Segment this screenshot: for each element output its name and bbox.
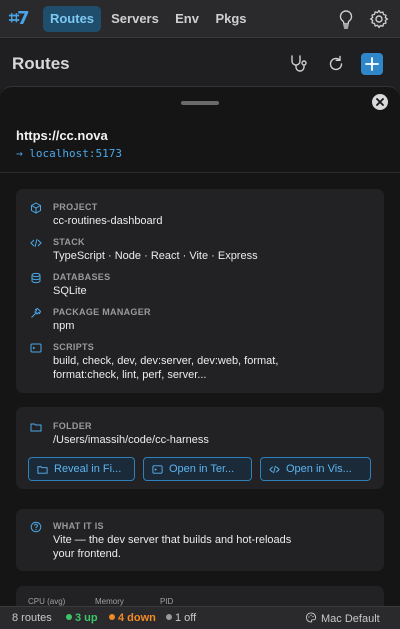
package-manager-label: PACKAGE MANAGER — [53, 307, 151, 317]
memory-label: Memory — [95, 597, 124, 606]
what-it-is-line1: Vite — the dev server that builds and ho… — [53, 534, 292, 546]
up-count-text: 3 up — [75, 612, 98, 624]
plus-icon — [365, 57, 379, 71]
what-it-is-line2: your frontend. — [53, 548, 121, 560]
open-in-vscode-label: Open in Vis... — [286, 463, 352, 475]
code-icon — [30, 236, 42, 248]
scripts-value-line2: format:check, lint, perf, server... — [53, 369, 207, 381]
close-button[interactable] — [372, 94, 388, 110]
open-in-vscode-button[interactable]: Open in Vis... — [260, 457, 371, 481]
reveal-in-finder-button[interactable]: Reveal in Fi... — [28, 457, 135, 481]
app-logo: ⌗7 — [9, 8, 30, 29]
top-nav: ⌗7 Routes Servers Env Pkgs — [0, 0, 400, 38]
route-target-host: localhost:5173 — [29, 147, 122, 160]
route-detail-sheet: https://cc.nova → localhost:5173 PROJECT… — [0, 86, 400, 606]
add-route-button[interactable] — [361, 53, 383, 75]
scripts-value-line1: build, check, dev, dev:server, dev:web, … — [53, 355, 279, 367]
down-count: 4 down — [109, 612, 156, 624]
databases-value: SQLite — [53, 285, 87, 297]
cube-icon — [30, 201, 42, 214]
terminal-icon — [152, 464, 163, 474]
palette-icon — [306, 612, 317, 623]
folder-path: /Users/imassih/code/cc-harness — [53, 434, 209, 446]
cpu-label: CPU (avg) — [28, 597, 66, 606]
project-label: PROJECT — [53, 202, 98, 212]
gear-icon[interactable] — [368, 8, 390, 30]
up-count: 3 up — [66, 612, 98, 624]
stack-label: STACK — [53, 237, 85, 247]
stack-value: TypeScript · Node · React · Vite · Expre… — [53, 250, 258, 262]
route-target: → localhost:5173 — [16, 147, 122, 160]
package-manager-value: npm — [53, 320, 75, 332]
theme-selector[interactable]: Mac Default — [305, 612, 380, 625]
reveal-in-finder-label: Reveal in Fi... — [54, 463, 122, 475]
page-title: Routes — [12, 54, 70, 73]
arrow-right-icon: → — [16, 147, 23, 160]
refresh-icon[interactable] — [325, 53, 347, 75]
tab-env[interactable]: Env — [169, 6, 205, 32]
down-dot — [109, 614, 115, 620]
pid-label: PID — [160, 597, 174, 606]
folder-icon — [30, 420, 42, 432]
help-icon — [30, 520, 42, 533]
off-count: 1 off — [166, 612, 196, 624]
theme-name: Mac Default — [321, 613, 380, 625]
lightbulb-icon[interactable] — [335, 8, 357, 30]
divider — [0, 172, 400, 173]
metrics-card: CPU (avg) Memory PID — [16, 586, 384, 606]
route-count: 8 routes — [12, 612, 52, 624]
hammer-icon — [30, 306, 42, 318]
tab-routes[interactable]: Routes — [43, 6, 101, 32]
off-count-text: 1 off — [175, 612, 197, 624]
terminal-icon — [30, 341, 42, 353]
project-value: cc-routines-dashboard — [53, 215, 163, 227]
open-in-terminal-button[interactable]: Open in Ter... — [143, 457, 252, 481]
folder-label: FOLDER — [53, 421, 92, 431]
tab-pkgs[interactable]: Pkgs — [210, 6, 252, 32]
route-url: https://cc.nova — [16, 128, 108, 143]
what-it-is-card: WHAT IT IS Vite — the dev server that bu… — [16, 509, 384, 571]
tab-servers[interactable]: Servers — [106, 6, 164, 32]
what-it-is-label: WHAT IT IS — [53, 521, 104, 531]
database-icon — [30, 271, 42, 284]
status-bar: 8 routes 3 up 4 down 1 off Mac Default — [0, 606, 400, 629]
down-count-text: 4 down — [118, 612, 156, 624]
stethoscope-icon[interactable] — [287, 53, 309, 75]
close-icon — [376, 98, 384, 106]
sheet-grabber[interactable] — [181, 101, 219, 105]
scripts-label: SCRIPTS — [53, 342, 95, 352]
code-icon — [269, 465, 280, 473]
project-info-card: PROJECT cc-routines-dashboard STACK Type… — [16, 189, 384, 393]
routes-header: Routes — [0, 39, 400, 89]
up-dot — [66, 614, 72, 620]
folder-icon — [37, 465, 48, 474]
open-in-terminal-label: Open in Ter... — [169, 463, 235, 475]
databases-label: DATABASES — [53, 272, 111, 282]
off-dot — [166, 614, 172, 620]
